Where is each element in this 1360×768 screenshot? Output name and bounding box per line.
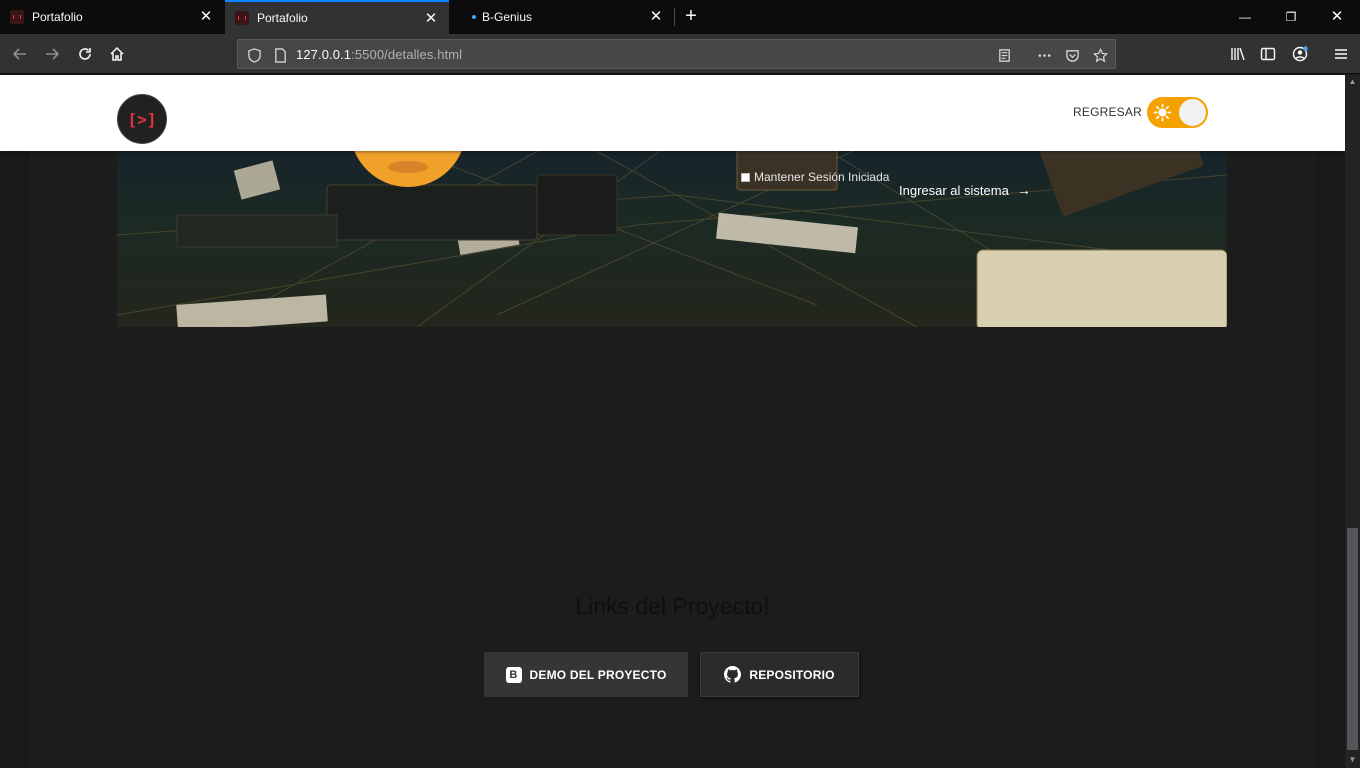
toggle-knob [1179,99,1206,126]
url-path: :5500/detalles.html [351,47,463,62]
arrow-left-icon [12,48,26,60]
page-actions-icon[interactable] [1035,46,1053,64]
minimize-button[interactable]: — [1230,6,1260,28]
close-tab-icon[interactable]: ✕ [198,9,214,25]
arrow-right-icon: → [1016,182,1031,198]
loading-dot-icon [472,15,476,19]
tab-portafolio-2[interactable]: Portafolio ✕ [225,0,449,34]
tab-title: B-Genius [482,10,533,24]
restore-button[interactable]: ❐ [1276,6,1306,28]
scrollbar-thumb[interactable] [1347,528,1358,750]
library-icon [1231,47,1245,61]
account-button[interactable] [1288,42,1312,66]
tab-title: Portafolio [257,11,308,25]
site-logo[interactable]: [>] [117,94,167,144]
bookmark-star-icon[interactable] [1091,46,1109,64]
home-button[interactable] [105,42,129,66]
forward-button[interactable] [40,42,64,66]
close-window-button[interactable]: ✕ [1322,6,1352,28]
page-viewport: Mantener Sesión Iniciada Ingresar al sis… [0,75,1345,768]
demo-project-label: DEMO DEL PROYECTO [529,667,667,682]
tab-title: Portafolio [32,10,83,24]
page-side-gutter [1315,75,1345,768]
sun-icon [1153,103,1172,122]
shield-icon[interactable] [245,46,263,64]
menu-button[interactable] [1329,42,1353,66]
tab-bar: Portafolio ✕ Portafolio ✕ B-Genius ✕ + —… [0,0,1360,34]
url-host: 127.0.0.1 [296,47,352,62]
reload-icon [79,48,91,60]
theme-toggle[interactable] [1147,97,1208,128]
tab-divider [674,8,675,26]
scroll-down-icon[interactable]: ▼ [1348,755,1357,764]
github-icon [724,666,742,683]
reader-view-icon[interactable] [995,46,1013,64]
enter-system-link[interactable]: Ingresar al sistema → [899,182,1031,198]
sidebar-button[interactable] [1256,42,1280,66]
demo-project-button[interactable]: B DEMO DEL PROYECTO [484,652,688,697]
home-icon [110,46,124,61]
page-side-gutter [0,75,30,768]
pocket-icon[interactable] [1063,46,1081,64]
navigation-toolbar: 127.0.0.1:5500/detalles.html [0,34,1360,74]
close-tab-icon[interactable]: ✕ [423,11,439,27]
new-tab-button[interactable]: + [680,5,702,27]
site-favicon-icon [10,10,24,24]
back-link[interactable]: REGRESAR [1073,105,1142,119]
reload-button[interactable] [73,42,97,66]
arrow-right-icon [46,48,60,60]
keep-session-checkbox[interactable]: Mantener Sesión Iniciada [741,170,889,184]
checkbox-icon[interactable] [741,172,750,182]
site-favicon-icon [235,11,249,25]
address-bar[interactable]: 127.0.0.1:5500/detalles.html [237,39,1116,69]
hamburger-menu-icon [1335,49,1347,59]
page-info-icon[interactable] [271,46,289,64]
library-button[interactable] [1226,42,1250,66]
sidebar-icon [1260,47,1276,61]
repository-label: REPOSITORIO [749,667,835,682]
links-section-title: Links del Proyecto! [575,593,770,619]
logo-text: [>] [127,109,157,129]
close-tab-icon[interactable]: ✕ [648,9,664,25]
bootstrap-icon: B [505,666,522,683]
tab-b-genius[interactable]: B-Genius ✕ [450,0,674,34]
enter-system-label: Ingresar al sistema [899,182,1009,198]
back-button[interactable] [8,42,32,66]
site-header: [>] REGRESAR [0,75,1345,151]
page-scrollbar[interactable]: ▲ ▼ [1345,75,1360,768]
repository-button[interactable]: REPOSITORIO [700,652,859,697]
keep-session-label: Mantener Sesión Iniciada [754,170,890,184]
url-text[interactable]: 127.0.0.1:5500/detalles.html [296,47,462,62]
scroll-up-icon[interactable]: ▲ [1348,77,1357,86]
account-icon [1292,46,1308,62]
tab-portafolio-1[interactable]: Portafolio ✕ [0,0,224,34]
